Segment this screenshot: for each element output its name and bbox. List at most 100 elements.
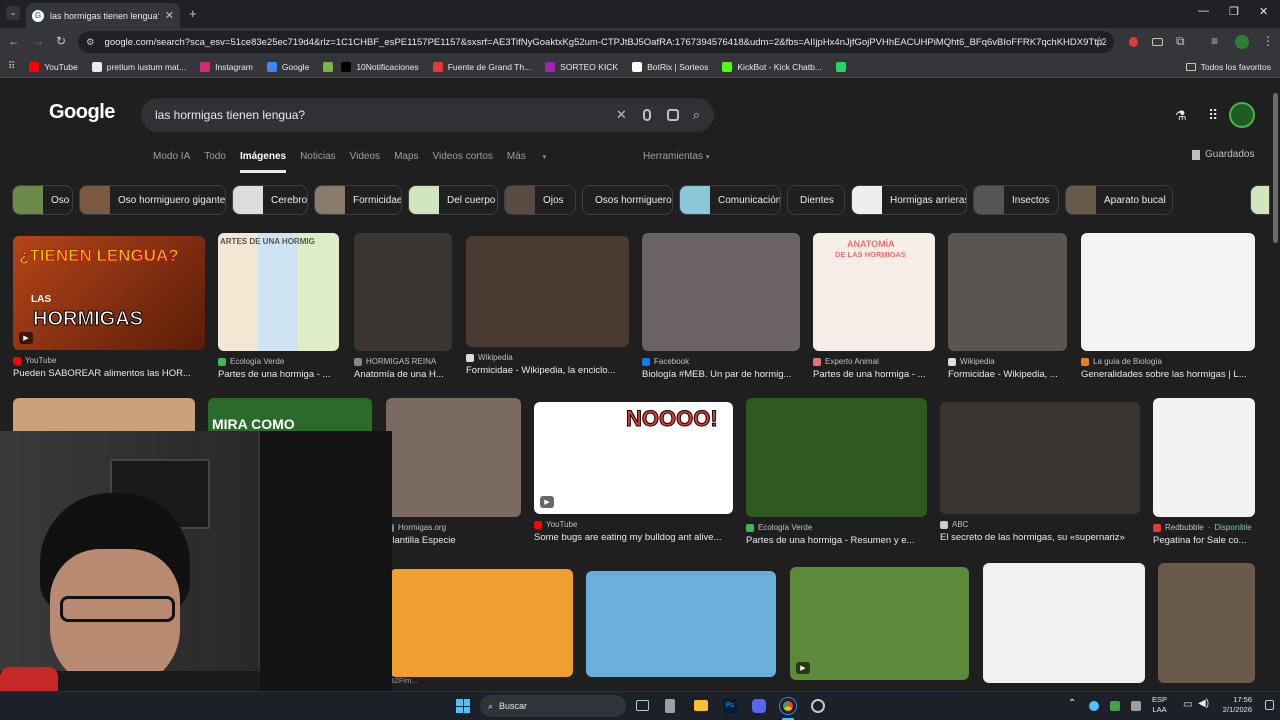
- file-explorer-icon[interactable]: [694, 700, 708, 711]
- tools-button[interactable]: Herramientas ▾: [643, 151, 709, 162]
- result-title[interactable]: Anatomía de una H...: [354, 369, 452, 380]
- photoshop-icon[interactable]: Ps: [723, 699, 737, 713]
- discord-icon[interactable]: [752, 699, 766, 713]
- bookmark-1[interactable]: pretium iustum mat...: [91, 61, 186, 72]
- result-source[interactable]: YouTube: [13, 356, 56, 365]
- result-title[interactable]: Biología #MEB. Un par de hormig...: [642, 369, 800, 380]
- extension-card-icon[interactable]: [1152, 38, 1163, 46]
- result-title[interactable]: Partes de una hormiga - ...: [218, 369, 339, 380]
- result-title[interactable]: Some bugs are eating my bulldog ant aliv…: [534, 532, 733, 543]
- result-thumbnail[interactable]: [746, 398, 927, 517]
- profile-avatar[interactable]: [1235, 35, 1249, 49]
- new-tab-button[interactable]: +: [189, 6, 197, 21]
- voice-search-icon[interactable]: [642, 109, 651, 121]
- scroll-thumb[interactable]: [1273, 93, 1278, 243]
- result-title[interactable]: Pegatina for Sale co...: [1153, 535, 1255, 546]
- result-title[interactable]: Formicidae - Wikipedia, ...: [948, 369, 1067, 380]
- site-info-icon[interactable]: ⚙: [86, 37, 95, 48]
- forward-icon[interactable]: →: [32, 34, 44, 48]
- result-source[interactable]: Facebook: [642, 357, 689, 366]
- search-query[interactable]: las hormigas tienen lengua?: [155, 108, 616, 122]
- task-view-icon[interactable]: [636, 700, 649, 711]
- chrome-icon[interactable]: [780, 698, 796, 714]
- minimize-button[interactable]: —: [1198, 5, 1209, 17]
- clock[interactable]: 17:56 2/1/2026: [1216, 695, 1252, 715]
- result-thumbnail[interactable]: [642, 233, 800, 351]
- result-thumbnail[interactable]: [1158, 563, 1255, 683]
- result-title[interactable]: Generalidades sobre las hormigas | L...: [1081, 369, 1255, 380]
- start-icon[interactable]: [456, 699, 470, 713]
- app-icon[interactable]: [665, 699, 675, 713]
- result-source[interactable]: YouTube: [534, 520, 577, 529]
- bookmark-10[interactable]: [835, 61, 846, 72]
- result-thumbnail[interactable]: [1153, 398, 1255, 517]
- bookmark-2[interactable]: Instagram: [200, 61, 253, 72]
- chip-8[interactable]: Dientes: [787, 185, 845, 215]
- result-source[interactable]: La guía de Biología: [1081, 357, 1162, 366]
- extension-red-icon[interactable]: [1129, 37, 1138, 47]
- chip-4[interactable]: Del cuerpo: [408, 185, 498, 215]
- tab-maps[interactable]: Maps: [394, 151, 418, 173]
- apps-icon[interactable]: ⠿: [8, 61, 15, 72]
- bookmark-star-icon[interactable]: ☆: [1094, 34, 1105, 48]
- tab-videos-cortos[interactable]: Videos cortos: [433, 151, 493, 173]
- search-icon[interactable]: ⌕: [693, 107, 700, 123]
- bookmark-8[interactable]: BotRix | Sorteos: [632, 61, 708, 72]
- clear-icon[interactable]: ✕: [616, 107, 627, 123]
- result-thumbnail[interactable]: [586, 571, 776, 677]
- bookmark-6[interactable]: Fuente de Grand Th...: [432, 61, 531, 72]
- result-source[interactable]: Hormigas.org: [386, 523, 446, 532]
- tab-todo[interactable]: Todo: [204, 151, 226, 173]
- result-thumbnail[interactable]: [1081, 233, 1255, 351]
- close-tab-icon[interactable]: ✕: [165, 9, 174, 22]
- result-title[interactable]: Plantilla Especie: [386, 535, 521, 546]
- page-scrollbar[interactable]: [1270, 79, 1280, 691]
- result-source[interactable]: Redbubble · Disponible: [1153, 523, 1252, 532]
- tray-icon-1[interactable]: [1089, 701, 1099, 711]
- result-source[interactable]: Experto Animal: [813, 357, 879, 366]
- chip-2[interactable]: Cerebro: [232, 185, 308, 215]
- tab-noticias[interactable]: Noticias: [300, 151, 336, 173]
- result-source[interactable]: Wikipedia: [948, 357, 995, 366]
- tab-imagenes[interactable]: Imágenes: [239, 151, 287, 173]
- tab-search-icon[interactable]: ⌄: [6, 6, 20, 20]
- bookmark-7[interactable]: SORTEO KICK: [545, 61, 618, 72]
- result-thumbnail[interactable]: NOOOO! ▶: [534, 402, 733, 514]
- chip-10[interactable]: Insectos: [973, 185, 1059, 215]
- tab-videos[interactable]: Videos: [350, 151, 380, 173]
- app-icon-2[interactable]: [811, 699, 825, 713]
- google-apps-icon[interactable]: ⠿: [1208, 107, 1218, 124]
- search-box[interactable]: las hormigas tienen lengua? ✕ ⌕: [141, 98, 714, 132]
- result-thumbnail[interactable]: [390, 569, 573, 677]
- result-thumbnail[interactable]: [386, 398, 521, 517]
- chip-1[interactable]: Oso hormiguero gigante: [79, 185, 226, 215]
- back-icon[interactable]: ←: [8, 34, 20, 48]
- menu-icon[interactable]: ⋮: [1262, 34, 1274, 48]
- chip-0[interactable]: Oso: [12, 185, 73, 215]
- result-thumbnail[interactable]: [940, 402, 1140, 514]
- browser-tab[interactable]: G las hormigas tienen lengua? - B ✕: [26, 3, 180, 28]
- volume-icon[interactable]: ◀): [1198, 698, 1209, 709]
- bookmark-9[interactable]: KickBot - Kick Chatb...: [722, 61, 822, 72]
- result-source[interactable]: Ecología Verde: [218, 357, 284, 366]
- taskbar-search[interactable]: ⌕ Buscar: [480, 695, 626, 717]
- language-indicator[interactable]: ESP LAA: [1152, 695, 1167, 715]
- result-thumbnail[interactable]: ¿TIENEN LENGUA? LAS HORMIGAS ▶: [13, 236, 205, 350]
- chip-overflow[interactable]: [1250, 185, 1270, 215]
- tray-icon-3[interactable]: [1131, 701, 1141, 711]
- chip-6[interactable]: Osos hormigueros: [582, 185, 673, 215]
- chip-5[interactable]: Ojos: [504, 185, 576, 215]
- saved-button[interactable]: Guardados: [1192, 149, 1254, 160]
- tab-mas[interactable]: Más ▾: [507, 151, 560, 173]
- result-source[interactable]: ABC: [940, 520, 968, 529]
- result-thumbnail[interactable]: ARTES DE UNA HORMIG: [218, 233, 339, 351]
- bookmark-3[interactable]: Google: [266, 61, 309, 72]
- google-logo[interactable]: Google: [49, 101, 115, 124]
- result-source[interactable]: Wikipedia: [466, 353, 513, 362]
- result-thumbnail[interactable]: [354, 233, 452, 351]
- result-thumbnail[interactable]: [948, 233, 1067, 351]
- tray-icon-2[interactable]: [1110, 701, 1120, 711]
- account-avatar[interactable]: [1229, 102, 1255, 128]
- all-bookmarks[interactable]: Todos los favoritos: [1185, 62, 1271, 72]
- restore-button[interactable]: ❐: [1229, 5, 1239, 18]
